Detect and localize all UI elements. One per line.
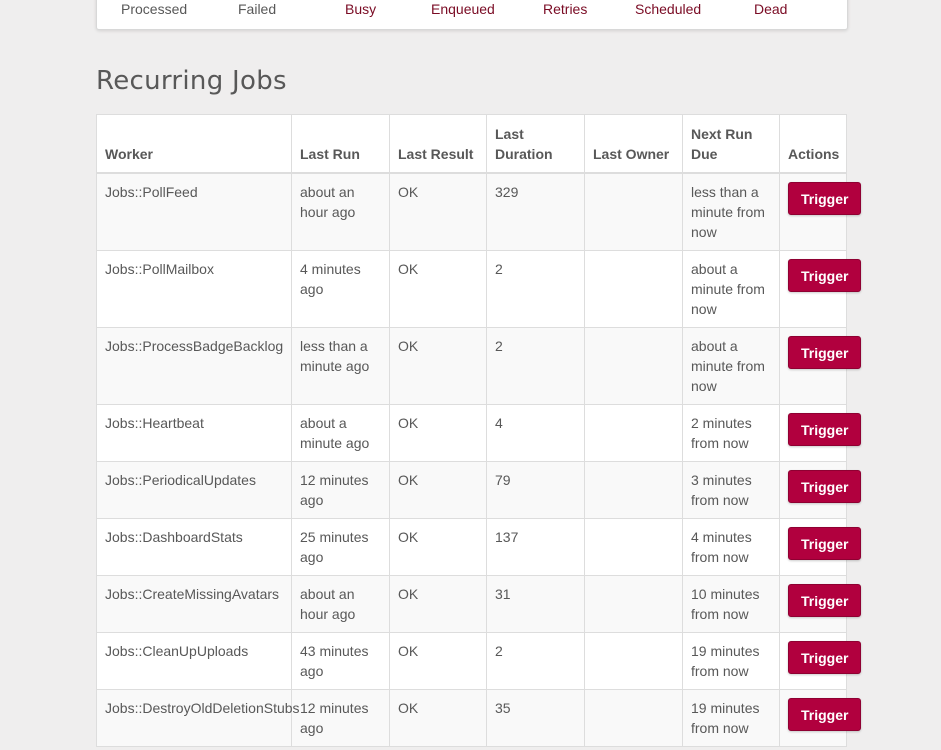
- cell-last-owner: [584, 250, 683, 328]
- stat-processed[interactable]: Processed: [121, 1, 187, 17]
- cell-last-owner: [584, 327, 683, 405]
- cell-last-owner: [584, 632, 683, 690]
- cell-last-duration: 2: [486, 632, 585, 690]
- cell-last-result: OK: [389, 575, 487, 633]
- cell-last-result: OK: [389, 404, 487, 462]
- column-header-next-run-due: Next Run Due: [682, 114, 780, 174]
- cell-next-run-due: 4 minutes from now: [682, 518, 780, 576]
- cell-actions: Trigger: [779, 689, 862, 747]
- cell-worker: Jobs::DashboardStats: [96, 518, 292, 576]
- trigger-button[interactable]: Trigger: [788, 641, 862, 674]
- cell-last-owner: [584, 172, 683, 251]
- column-header-last-owner: Last Owner: [584, 114, 683, 174]
- column-header-last-duration: Last Duration: [486, 114, 585, 174]
- cell-last-result: OK: [389, 632, 487, 690]
- cell-last-duration: 329: [486, 172, 585, 251]
- cell-last-run: about a minute ago: [291, 404, 390, 462]
- cell-worker: Jobs::ProcessBadgeBacklog: [96, 327, 292, 405]
- cell-actions: Trigger: [779, 575, 862, 633]
- trigger-button[interactable]: Trigger: [788, 527, 862, 560]
- cell-worker: Jobs::DestroyOldDeletionStubs: [96, 689, 300, 747]
- cell-worker: Jobs::PeriodicalUpdates: [96, 461, 292, 519]
- cell-last-run: 4 minutes ago: [291, 250, 390, 328]
- table-header-row: Worker Last Run Last Result Last Duratio…: [96, 114, 847, 174]
- cell-last-owner: [584, 575, 683, 633]
- cell-last-result: OK: [389, 461, 487, 519]
- cell-worker: Jobs::PollFeed: [96, 172, 292, 251]
- stat-retries[interactable]: Retries: [543, 1, 587, 17]
- cell-last-duration: 2: [486, 327, 585, 405]
- cell-last-duration: 31: [486, 575, 585, 633]
- cell-last-owner: [584, 689, 683, 747]
- cell-worker: Jobs::PollMailbox: [96, 250, 292, 328]
- stat-scheduled[interactable]: Scheduled: [635, 1, 701, 17]
- table-row: Jobs::DestroyOldDeletionStubs 12 minutes …: [96, 689, 862, 747]
- trigger-button[interactable]: Trigger: [788, 413, 862, 446]
- cell-last-duration: 4: [486, 404, 585, 462]
- cell-last-run: 12 minutes ago: [291, 689, 390, 747]
- cell-last-duration: 79: [486, 461, 585, 519]
- column-header-worker: Worker: [96, 114, 292, 174]
- stat-failed[interactable]: Failed: [238, 1, 276, 17]
- stats-bar: Processed Failed Busy Enqueued Retries S…: [96, 0, 848, 30]
- cell-last-result: OK: [389, 689, 487, 747]
- recurring-jobs-table: Worker Last Run Last Result Last Duratio…: [96, 114, 862, 747]
- table-row: Jobs::Heartbeat about a minute ago OK 4 2 mi…: [96, 404, 862, 462]
- cell-actions: Trigger: [779, 404, 862, 462]
- trigger-button[interactable]: Trigger: [788, 182, 862, 215]
- cell-next-run-due: 2 minutes from now: [682, 404, 780, 462]
- stat-enqueued[interactable]: Enqueued: [431, 1, 495, 17]
- trigger-button[interactable]: Trigger: [788, 698, 862, 731]
- trigger-button[interactable]: Trigger: [788, 584, 862, 617]
- column-header-last-run: Last Run: [291, 114, 390, 174]
- trigger-button[interactable]: Trigger: [788, 470, 862, 503]
- cell-next-run-due: 19 minutes from now: [682, 632, 780, 690]
- cell-next-run-due: about a minute from now: [682, 250, 780, 328]
- column-header-actions: Actions: [779, 114, 847, 174]
- cell-last-run: about an hour ago: [291, 172, 390, 251]
- cell-actions: Trigger: [779, 172, 862, 251]
- table-row: Jobs::CreateMissingAvatars about an hour …: [96, 575, 862, 633]
- cell-next-run-due: 3 minutes from now: [682, 461, 780, 519]
- stat-dead[interactable]: Dead: [754, 1, 787, 17]
- cell-last-duration: 2: [486, 250, 585, 328]
- table-row: Jobs::PeriodicalUpdates 12 minutes ago OK 7…: [96, 461, 862, 519]
- trigger-button[interactable]: Trigger: [788, 259, 862, 292]
- cell-last-run: less than a minute ago: [291, 327, 390, 405]
- table-row: Jobs::PollMailbox 4 minutes ago OK 2 about a…: [96, 250, 862, 328]
- table-row: Jobs::CleanUpUploads 43 minutes ago OK 2 19 …: [96, 632, 862, 690]
- trigger-button[interactable]: Trigger: [788, 336, 862, 369]
- cell-worker: Jobs::CreateMissingAvatars: [96, 575, 292, 633]
- cell-last-run: 12 minutes ago: [291, 461, 390, 519]
- cell-last-duration: 137: [486, 518, 585, 576]
- cell-next-run-due: 19 minutes from now: [682, 689, 780, 747]
- cell-last-run: about an hour ago: [291, 575, 390, 633]
- cell-actions: Trigger: [779, 632, 862, 690]
- table-row: Jobs::PollFeed about an hour ago OK 329 less…: [96, 172, 862, 251]
- cell-last-owner: [584, 404, 683, 462]
- cell-worker: Jobs::Heartbeat: [96, 404, 292, 462]
- cell-last-duration: 35: [486, 689, 585, 747]
- cell-last-result: OK: [389, 172, 487, 251]
- cell-next-run-due: 10 minutes from now: [682, 575, 780, 633]
- page-title: Recurring Jobs: [96, 66, 287, 96]
- cell-actions: Trigger: [779, 327, 862, 405]
- cell-last-result: OK: [389, 250, 487, 328]
- cell-last-owner: [584, 518, 683, 576]
- cell-last-run: 43 minutes ago: [291, 632, 390, 690]
- cell-last-owner: [584, 461, 683, 519]
- cell-next-run-due: less than a minute from now: [682, 172, 780, 251]
- stat-busy[interactable]: Busy: [345, 1, 376, 17]
- cell-actions: Trigger: [779, 250, 862, 328]
- cell-last-result: OK: [389, 518, 487, 576]
- cell-actions: Trigger: [779, 461, 862, 519]
- cell-last-run: 25 minutes ago: [291, 518, 390, 576]
- cell-worker: Jobs::CleanUpUploads: [96, 632, 292, 690]
- cell-last-result: OK: [389, 327, 487, 405]
- cell-next-run-due: about a minute from now: [682, 327, 780, 405]
- table-row: Jobs::DashboardStats 25 minutes ago OK 137 4…: [96, 518, 862, 576]
- cell-actions: Trigger: [779, 518, 862, 576]
- column-header-last-result: Last Result: [389, 114, 487, 174]
- table-row: Jobs::ProcessBadgeBacklog less than a min…: [96, 327, 862, 405]
